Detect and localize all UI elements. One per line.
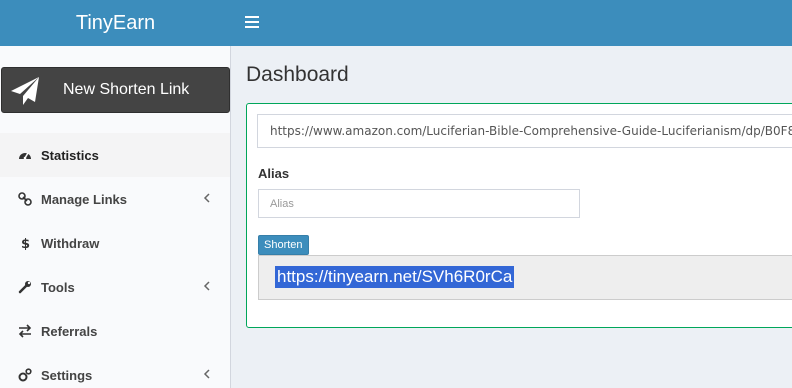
brand-logo[interactable]: TinyEarn (0, 0, 231, 46)
sidebar-item-tools[interactable]: Tools (0, 265, 230, 309)
wrench-icon (18, 281, 31, 294)
exchange-icon (18, 324, 32, 338)
sidebar-item-label: Statistics (41, 148, 99, 163)
sidebar-item-statistics[interactable]: Statistics (0, 133, 230, 177)
menu-toggle-icon[interactable] (245, 16, 259, 28)
shorten-button[interactable]: Shorten (258, 235, 309, 255)
link-icon (18, 192, 32, 206)
sidebar-item-referrals[interactable]: Referrals (0, 309, 230, 353)
chevron-left-icon (203, 369, 210, 379)
new-shorten-link-button[interactable]: New Shorten Link (1, 67, 230, 113)
shorten-form-box: https://www.amazon.com/Luciferian-Bible-… (246, 103, 792, 328)
sidebar-item-label: Withdraw (41, 236, 100, 251)
dashboard-icon (19, 152, 31, 160)
sidebar-menu: Statistics Manage Links $ Withdraw Tools… (0, 133, 230, 388)
sidebar-item-withdraw[interactable]: $ Withdraw (0, 221, 230, 265)
chevron-left-icon (203, 281, 210, 291)
sidebar: New Shorten Link Statistics Manage Links (0, 46, 231, 388)
sidebar-item-settings[interactable]: Settings (0, 353, 230, 388)
sidebar-item-manage-links[interactable]: Manage Links (0, 177, 230, 221)
alias-input[interactable]: Alias (258, 189, 580, 218)
cogs-icon (18, 368, 32, 382)
sidebar-item-label: Manage Links (41, 192, 127, 207)
sidebar-item-label: Settings (41, 368, 93, 383)
dollar-icon: $ (21, 237, 30, 250)
svg-text:$: $ (21, 237, 30, 250)
sidebar-item-label: Tools (41, 280, 75, 295)
top-navbar (231, 0, 792, 46)
paper-plane-icon (11, 77, 39, 105)
page-title: Dashboard (246, 63, 349, 86)
chevron-left-icon (203, 193, 210, 203)
short-url-result[interactable]: https://tinyearn.net/SVh6R0rCa (258, 255, 792, 300)
alias-label: Alias (258, 166, 290, 181)
sidebar-item-label: Referrals (41, 324, 98, 339)
long-url-input[interactable]: https://www.amazon.com/Luciferian-Bible-… (257, 114, 792, 148)
short-url-text[interactable]: https://tinyearn.net/SVh6R0rCa (275, 266, 515, 288)
new-shorten-link-label: New Shorten Link (63, 81, 190, 98)
